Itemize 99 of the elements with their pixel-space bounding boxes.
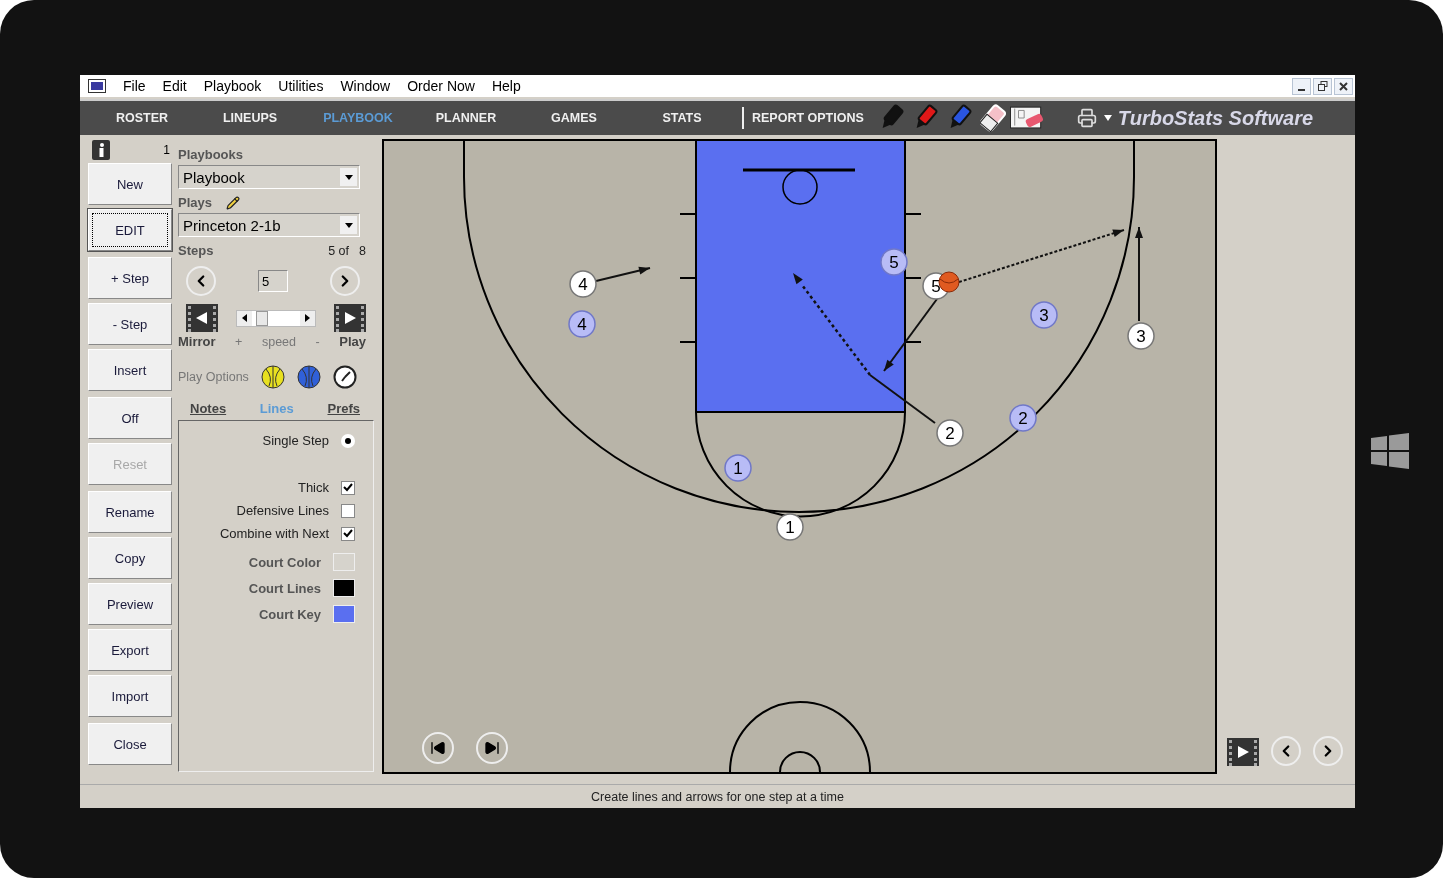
next-button[interactable] xyxy=(1313,736,1343,766)
menu-item[interactable]: Order Now xyxy=(407,78,475,94)
skip-forward-icon xyxy=(484,740,500,756)
play-dropdown[interactable]: Princeton 2-1b xyxy=(178,213,360,237)
app-icon xyxy=(88,79,106,93)
speed-minus-label: - xyxy=(315,334,320,349)
brand-logo-text: TurboStats Software xyxy=(1117,106,1314,130)
minimize-button[interactable] xyxy=(1292,77,1311,95)
caret-icon xyxy=(344,222,353,228)
play-film-icon[interactable] xyxy=(1227,738,1259,766)
option-label: Thick xyxy=(297,480,329,495)
defense-player-marker[interactable]: 5 xyxy=(880,248,908,276)
skip-to-end-button[interactable] xyxy=(476,732,508,764)
speed-slider[interactable] xyxy=(236,309,316,327)
side-button[interactable]: - Step xyxy=(88,303,172,345)
menu-item[interactable]: File xyxy=(123,78,146,94)
movement-arrow xyxy=(595,266,651,282)
checkbox[interactable] xyxy=(341,480,355,495)
mirror-film-icon[interactable] xyxy=(186,304,218,332)
menu-item[interactable]: Help xyxy=(491,78,521,94)
option-label: Single Step xyxy=(262,433,329,448)
side-button[interactable]: Import xyxy=(88,675,172,717)
side-button[interactable]: Rename xyxy=(88,491,172,533)
status-bar: Create lines and arrows for one step at a time xyxy=(80,784,1355,808)
option-label: Court Lines xyxy=(248,580,321,596)
menu-item[interactable]: Edit xyxy=(162,78,187,94)
speed-plus-label: + xyxy=(235,334,243,349)
option-label: Defensive Lines xyxy=(236,503,329,518)
left-arrow-icon xyxy=(242,314,247,322)
side-button[interactable]: Close xyxy=(88,723,172,765)
checkbox[interactable] xyxy=(341,526,355,541)
basketball-court[interactable]: 4 1 2 3 5 4 5 3 2 1 xyxy=(382,139,1217,774)
step-input[interactable]: 5 xyxy=(258,270,288,292)
skip-back-icon xyxy=(430,740,446,756)
color-swatch[interactable] xyxy=(333,605,355,623)
defense-player-marker[interactable]: 4 xyxy=(568,310,596,338)
previous-button[interactable] xyxy=(1271,736,1301,766)
option-label: Court Key xyxy=(258,606,321,622)
dropdown-icon[interactable] xyxy=(1103,115,1112,121)
windows-logo-icon xyxy=(1371,433,1409,469)
plays-label: Plays xyxy=(178,195,212,210)
report-options-button[interactable]: REPORT OPTIONS xyxy=(752,111,864,125)
speed-label: speed xyxy=(261,334,296,349)
defense-player-marker[interactable]: 3 xyxy=(1030,301,1058,329)
caret-icon xyxy=(344,174,353,180)
minimize-icon xyxy=(1298,88,1305,91)
play-film-icon[interactable] xyxy=(334,304,366,332)
right-arrow-icon xyxy=(305,314,310,322)
menu-item[interactable]: Playbook xyxy=(203,78,262,94)
side-button[interactable]: New xyxy=(88,163,172,205)
side-button[interactable]: + Step xyxy=(88,257,172,299)
skip-to-start-button[interactable] xyxy=(422,732,454,764)
nav-tab[interactable]: GAMES xyxy=(520,111,628,125)
play-label: Play xyxy=(339,334,366,349)
side-button[interactable]: Preview xyxy=(88,583,172,625)
steps-label: Steps xyxy=(178,243,214,258)
side-button[interactable]: Copy xyxy=(88,537,172,579)
side-button[interactable]: Export xyxy=(88,629,172,671)
restore-icon xyxy=(1317,81,1328,91)
restore-button[interactable] xyxy=(1313,77,1332,95)
play-options-label: Play Options xyxy=(178,370,249,384)
menu-item[interactable]: Utilities xyxy=(278,78,324,94)
mirror-label: Mirror xyxy=(178,334,216,349)
option-label: Combine with Next xyxy=(219,526,329,541)
nav-tab[interactable]: ROSTER xyxy=(88,111,196,125)
sub-tab[interactable]: Notes xyxy=(190,401,227,416)
offense-player-marker[interactable]: 3 xyxy=(1127,322,1155,350)
ball-icon[interactable] xyxy=(296,365,321,389)
nav-tab[interactable]: STATS xyxy=(628,111,736,125)
step-position: 5 of xyxy=(328,243,350,258)
defense-player-marker[interactable]: 2 xyxy=(1009,404,1037,432)
offense-player-marker[interactable]: 1 xyxy=(776,513,804,541)
step-total: 8 xyxy=(359,243,366,258)
playbooks-label: Playbooks xyxy=(178,147,245,162)
ball-icon[interactable] xyxy=(260,365,285,389)
color-swatch[interactable] xyxy=(333,579,355,597)
close-icon xyxy=(1339,81,1348,91)
option-label: Court Color xyxy=(248,554,321,570)
sub-tab[interactable]: Prefs xyxy=(327,401,360,416)
checkbox[interactable] xyxy=(341,503,355,518)
pencil-icon[interactable] xyxy=(226,195,240,210)
play-count: 1 xyxy=(163,143,170,157)
color-swatch[interactable] xyxy=(333,553,355,571)
side-button[interactable]: Off xyxy=(88,397,172,439)
basketball-icon xyxy=(938,271,960,293)
nav-tab[interactable]: PLANNER xyxy=(412,111,520,125)
radio-button[interactable] xyxy=(341,433,355,448)
side-button[interactable]: EDIT xyxy=(88,209,172,251)
previous-step-button[interactable] xyxy=(186,266,216,296)
next-step-button[interactable] xyxy=(330,266,360,296)
offense-player-marker[interactable]: 2 xyxy=(936,419,964,447)
offense-player-marker[interactable]: 4 xyxy=(569,270,597,298)
side-button[interactable]: Insert xyxy=(88,349,172,391)
info-icon[interactable] xyxy=(92,140,110,160)
defense-player-marker[interactable]: 1 xyxy=(724,454,752,482)
nav-tab[interactable]: LINEUPS xyxy=(196,111,304,125)
playbook-dropdown[interactable]: Playbook xyxy=(178,165,360,189)
close-button[interactable] xyxy=(1334,77,1353,95)
menu-item[interactable]: Window xyxy=(340,78,391,94)
